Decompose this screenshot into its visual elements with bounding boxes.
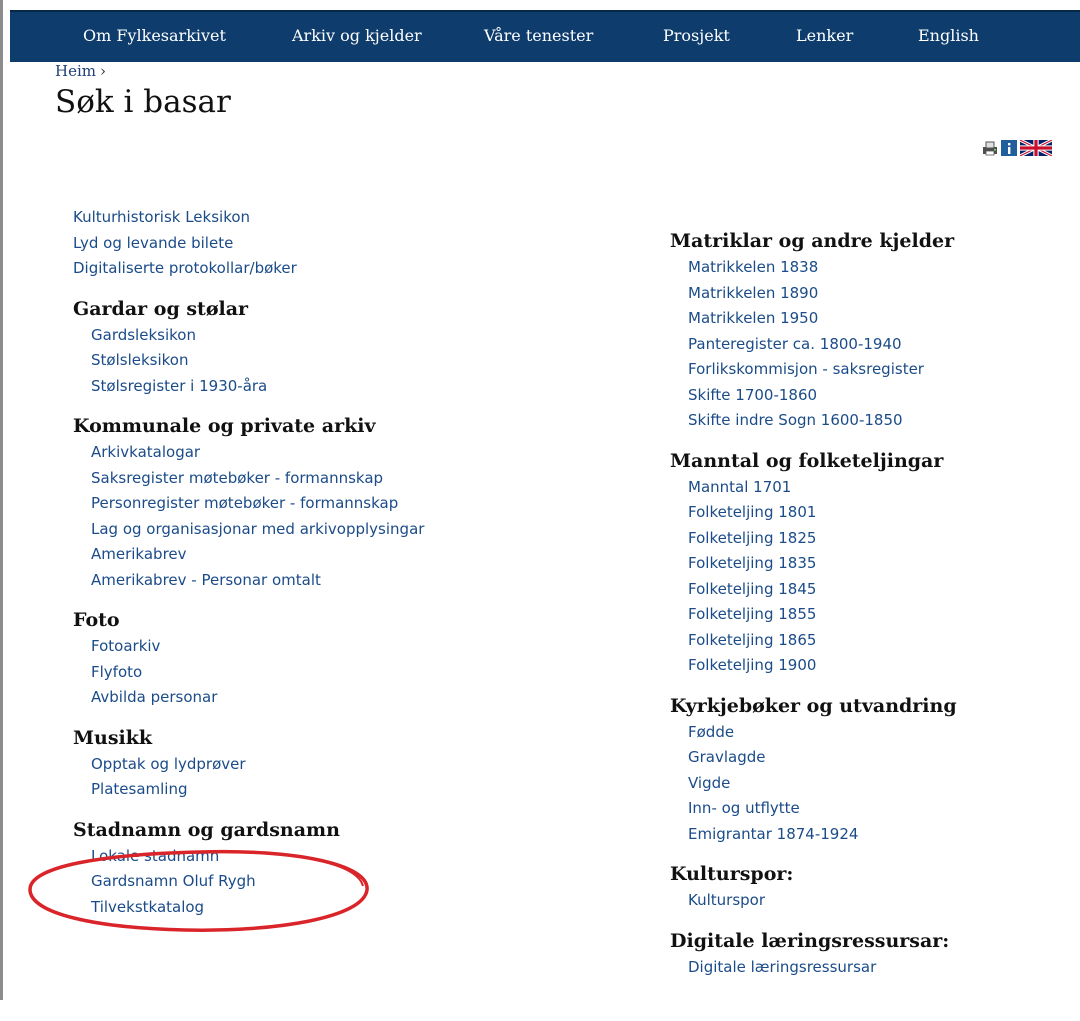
link-panteregister[interactable]: Panteregister ca. 1800-1940 xyxy=(670,332,1070,358)
info-icon[interactable] xyxy=(1001,140,1017,156)
link-opptak-og-lydprover[interactable]: Opptak og lydprøver xyxy=(73,752,543,778)
link-folketeljing-1865[interactable]: Folketeljing 1865 xyxy=(670,628,1070,654)
link-fodde[interactable]: Fødde xyxy=(670,720,1070,746)
nav-item-vare-tenester[interactable]: Våre tenester xyxy=(484,26,593,45)
link-lokale-stadnamn[interactable]: Lokale stadnamn xyxy=(73,844,543,870)
nav-item-arkiv-og-kjelder[interactable]: Arkiv og kjelder xyxy=(292,26,422,45)
breadcrumb-separator: › xyxy=(99,62,106,80)
nav-item-lenker[interactable]: Lenker xyxy=(796,26,853,45)
link-matrikkelen-1838[interactable]: Matrikkelen 1838 xyxy=(670,255,1070,281)
link-platesamling[interactable]: Platesamling xyxy=(73,777,543,803)
section-heading-musikk: Musikk xyxy=(73,726,153,749)
link-arkivkatalogar[interactable]: Arkivkatalogar xyxy=(73,440,543,466)
link-fotoarkiv[interactable]: Fotoarkiv xyxy=(73,634,543,660)
breadcrumb-home-link[interactable]: Heim xyxy=(55,62,96,80)
link-forlikskommisjon[interactable]: Forlikskommisjon - saksregister xyxy=(670,357,1070,383)
link-saksregister-motebøker[interactable]: Saksregister møtebøker - formannskap xyxy=(73,466,543,492)
section-heading-kommunale-og-private-arkiv: Kommunale og private arkiv xyxy=(73,415,376,437)
section-heading-stadnamn-og-gardsnamn: Stadnamn og gardsnamn xyxy=(73,818,340,841)
link-tilvekstkatalog[interactable]: Tilvekstkatalog xyxy=(73,895,543,921)
link-skifte-1700-1860[interactable]: Skifte 1700-1860 xyxy=(670,383,1070,409)
link-gardsleksikon[interactable]: Gardsleksikon xyxy=(73,323,543,349)
link-matrikkelen-1950[interactable]: Matrikkelen 1950 xyxy=(670,306,1070,332)
link-folketeljing-1900[interactable]: Folketeljing 1900 xyxy=(670,653,1070,679)
link-folketeljing-1801[interactable]: Folketeljing 1801 xyxy=(670,500,1070,526)
link-lyd-og-levande-bilete[interactable]: Lyd og levande bilete xyxy=(73,231,543,257)
link-personregister-moteboker[interactable]: Personregister møtebøker - formannskap xyxy=(73,491,543,517)
section-heading-kyrkjeboker: Kyrkjebøker og utvandring xyxy=(670,694,957,717)
nav-item-prosjekt[interactable]: Prosjekt xyxy=(663,26,730,45)
left-link-column: Kulturhistorisk Leksikon Lyd og levande … xyxy=(73,205,543,920)
breadcrumb: Heim › xyxy=(55,62,106,80)
link-stolsleksikon[interactable]: Stølsleksikon xyxy=(73,348,543,374)
link-lag-og-organisasjonar[interactable]: Lag og organisasjonar med arkivopplysing… xyxy=(73,517,543,543)
link-stolsregister[interactable]: Stølsregister i 1930-åra xyxy=(73,374,543,400)
link-digitaliserte-protokollar[interactable]: Digitaliserte protokollar/bøker xyxy=(73,256,543,282)
link-amerikabrev-personar[interactable]: Amerikabrev - Personar omtalt xyxy=(73,568,543,594)
page-tools xyxy=(982,140,1052,158)
link-folketeljing-1845[interactable]: Folketeljing 1845 xyxy=(670,577,1070,603)
link-digitale-laeringsressursar[interactable]: Digitale læringsressursar xyxy=(670,955,1070,981)
section-heading-kulturspor: Kulturspor: xyxy=(670,863,794,885)
link-folketeljing-1825[interactable]: Folketeljing 1825 xyxy=(670,526,1070,552)
link-gravlagde[interactable]: Gravlagde xyxy=(670,745,1070,771)
link-gardsnamn-oluf-rygh[interactable]: Gardsnamn Oluf Rygh xyxy=(73,869,543,895)
section-heading-digitale-laeringsressursar: Digitale læringsressursar: xyxy=(670,929,950,952)
nav-item-english[interactable]: English xyxy=(918,26,979,45)
section-heading-manntal: Manntal og folketeljingar xyxy=(670,449,944,472)
link-emigrantar[interactable]: Emigrantar 1874-1924 xyxy=(670,822,1070,848)
link-avbilda-personar[interactable]: Avbilda personar xyxy=(73,685,543,711)
page-left-border xyxy=(0,0,3,1000)
top-navigation: Om Fylkesarkivet Arkiv og kjelder Våre t… xyxy=(10,10,1080,62)
nav-item-om-fylkesarkivet[interactable]: Om Fylkesarkivet xyxy=(83,26,226,45)
link-skifte-indre-sogn[interactable]: Skifte indre Sogn 1600-1850 xyxy=(670,408,1070,434)
section-heading-matriklar: Matriklar og andre kjelder xyxy=(670,230,955,252)
link-inn-og-utflytte[interactable]: Inn- og utflytte xyxy=(670,796,1070,822)
page-title: Søk i basar xyxy=(55,84,231,120)
link-flyfoto[interactable]: Flyfoto xyxy=(73,660,543,686)
section-heading-gardar-og-stolar: Gardar og stølar xyxy=(73,297,249,320)
link-vigde[interactable]: Vigde xyxy=(670,771,1070,797)
right-link-column: Matriklar og andre kjelder Matrikkelen 1… xyxy=(670,228,1070,980)
link-manntal-1701[interactable]: Manntal 1701 xyxy=(670,475,1070,501)
uk-flag-icon[interactable] xyxy=(1020,140,1052,156)
link-matrikkelen-1890[interactable]: Matrikkelen 1890 xyxy=(670,281,1070,307)
link-kulturhistorisk-leksikon[interactable]: Kulturhistorisk Leksikon xyxy=(73,205,543,231)
link-folketeljing-1835[interactable]: Folketeljing 1835 xyxy=(670,551,1070,577)
section-heading-foto: Foto xyxy=(73,609,120,631)
link-kulturspor[interactable]: Kulturspor xyxy=(670,888,1070,914)
link-folketeljing-1855[interactable]: Folketeljing 1855 xyxy=(670,602,1070,628)
print-icon[interactable] xyxy=(982,140,998,156)
link-amerikabrev[interactable]: Amerikabrev xyxy=(73,542,543,568)
